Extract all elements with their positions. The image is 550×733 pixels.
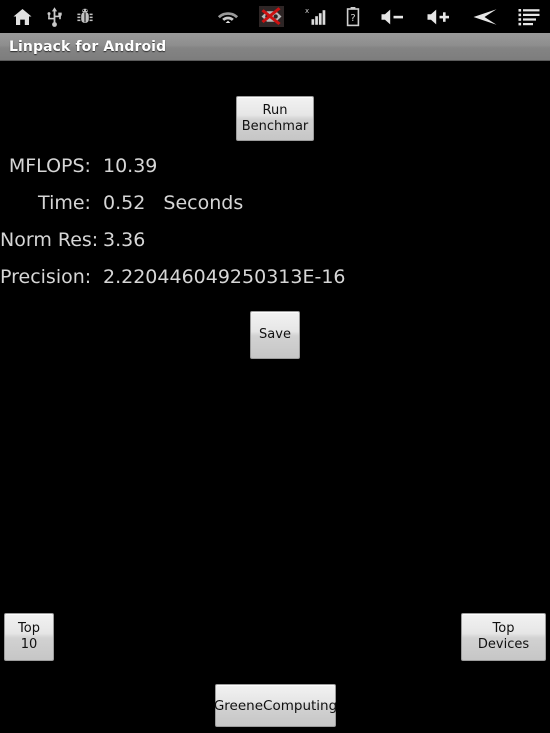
result-label-mflops: MFLOPS: bbox=[8, 155, 97, 177]
app-title-bar: Linpack for Android bbox=[0, 33, 550, 61]
run-benchmark-button[interactable]: Run Benchmar bbox=[236, 96, 314, 141]
result-label-precision: Precision: bbox=[0, 266, 98, 288]
home-icon[interactable] bbox=[12, 7, 33, 27]
result-label-time: Time: bbox=[38, 192, 97, 214]
back-icon[interactable] bbox=[472, 8, 498, 26]
result-label-norm-res: Norm Res: bbox=[0, 229, 105, 251]
app-title: Linpack for Android bbox=[9, 38, 167, 55]
result-row-precision: Precision: 2.220446049250313E-16 bbox=[0, 266, 550, 303]
debug-bug-icon[interactable] bbox=[76, 7, 94, 27]
volume-down-icon[interactable] bbox=[380, 8, 406, 26]
wifi-icon bbox=[217, 8, 239, 25]
usb-icon[interactable] bbox=[47, 6, 62, 27]
status-bar-left-group bbox=[12, 0, 94, 33]
battery-unknown-icon: ? bbox=[346, 6, 360, 27]
benchmark-results: MFLOPS: 10.39 Time: 0.52 Seconds Norm Re… bbox=[0, 155, 550, 303]
svg-text:x: x bbox=[305, 7, 309, 15]
save-button[interactable]: Save bbox=[250, 311, 300, 359]
result-row-time: Time: 0.52 Seconds bbox=[0, 192, 550, 229]
result-value-time: 0.52 Seconds bbox=[103, 192, 244, 214]
android-screen: x ? Linpack for Android Run Benchmar MFL… bbox=[0, 0, 550, 733]
status-bar-right-group: x ? bbox=[217, 0, 540, 33]
result-value-mflops: 10.39 bbox=[103, 155, 158, 177]
result-value-norm-res: 3.36 bbox=[103, 229, 146, 251]
result-row-mflops: MFLOPS: 10.39 bbox=[0, 155, 550, 192]
result-row-norm-res: Norm Res: 3.36 bbox=[0, 229, 550, 266]
top-devices-button[interactable]: Top Devices bbox=[461, 613, 546, 661]
top-10-button[interactable]: Top 10 bbox=[4, 613, 54, 661]
signal-bars-icon: x bbox=[304, 6, 326, 27]
no-sim-icon bbox=[259, 6, 284, 27]
result-value-precision: 2.220446049250313E-16 bbox=[103, 266, 346, 288]
menu-icon[interactable] bbox=[518, 8, 540, 26]
volume-up-icon[interactable] bbox=[426, 8, 452, 26]
svg-text:?: ? bbox=[350, 13, 355, 24]
greene-computing-button[interactable]: GreeneComputing bbox=[214, 684, 337, 727]
status-bar: x ? bbox=[0, 0, 550, 33]
